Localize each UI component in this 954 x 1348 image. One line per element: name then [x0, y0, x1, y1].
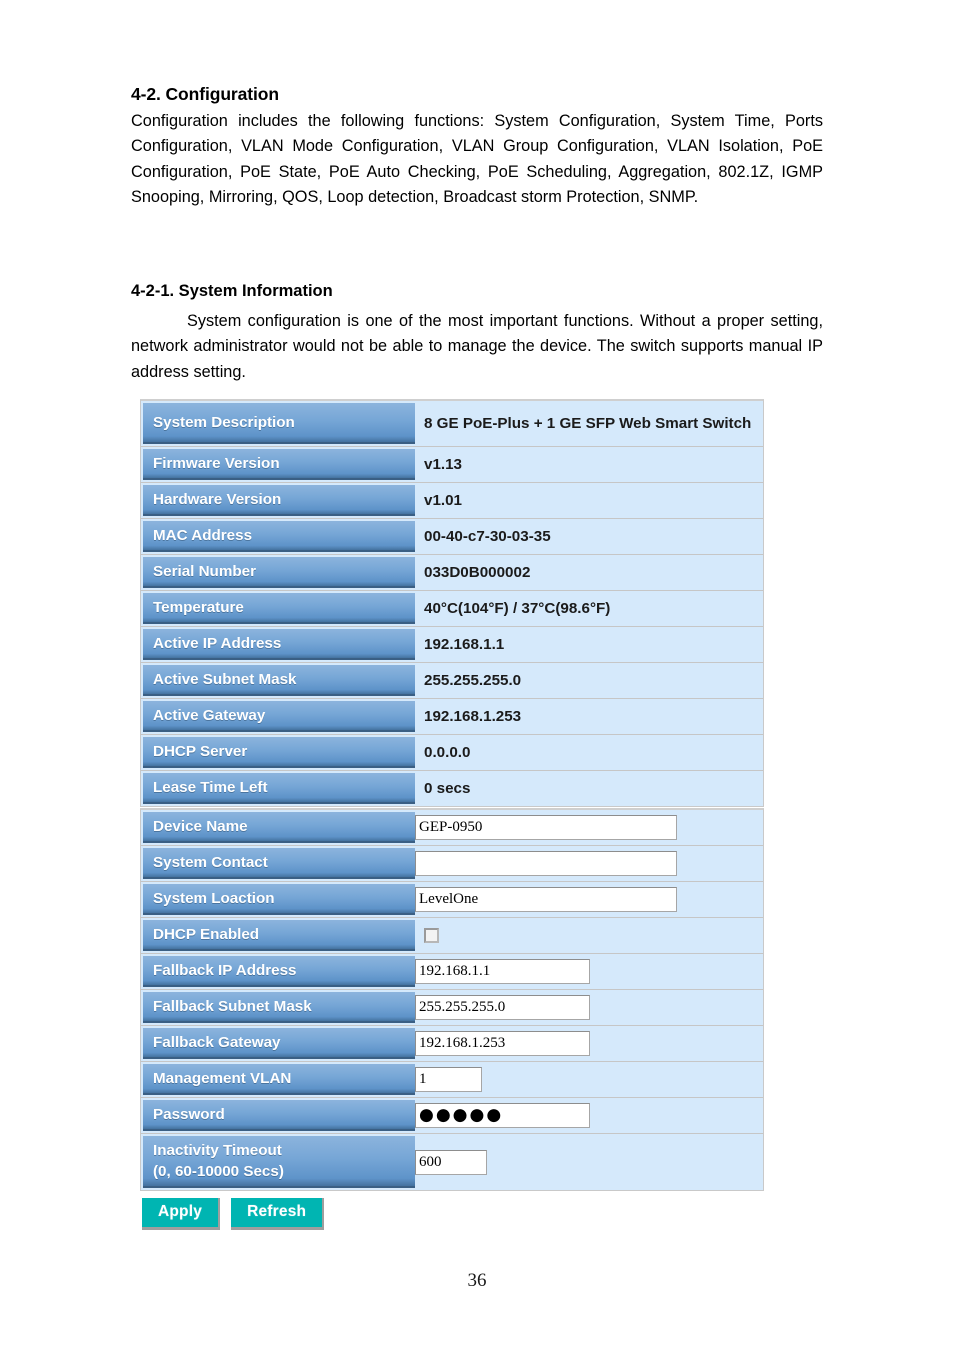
row-label-fallback-gateway: Fallback Gateway: [143, 1028, 415, 1059]
dhcp-enabled-checkbox[interactable]: [424, 928, 439, 943]
table-row: Inactivity Timeout (0, 60-10000 Secs) 60…: [141, 1134, 763, 1190]
table-row: Temperature 40°C(104°F) / 37°C(98.6°F): [141, 591, 763, 627]
table-row: System Description 8 GE PoE-Plus + 1 GE …: [141, 401, 763, 447]
inactivity-timeout-label-line2: (0, 60-10000 Secs): [153, 1163, 284, 1180]
row-label-device-name: Device Name: [143, 812, 415, 843]
row-value: v1.01: [415, 483, 763, 518]
table-row: DHCP Server 0.0.0.0: [141, 735, 763, 771]
table-row: System Contact: [141, 846, 763, 882]
table-row: Device Name GEP-0950: [141, 810, 763, 846]
fallback-gateway-input[interactable]: 192.168.1.253: [415, 1031, 590, 1056]
row-label: System Description: [143, 403, 415, 444]
table-row: Fallback Gateway 192.168.1.253: [141, 1026, 763, 1062]
system-configuration-table: Device Name GEP-0950 System Contact Syst…: [140, 808, 764, 1191]
row-value: v1.13: [415, 447, 763, 482]
table-row: Active Gateway 192.168.1.253: [141, 699, 763, 735]
subsection-title: 4-2-1. System Information: [131, 282, 333, 300]
apply-button[interactable]: Apply: [142, 1198, 221, 1230]
section-4-2-1: 4-2-1. System Information System configu…: [131, 282, 823, 385]
row-label-inactivity-timeout: Inactivity Timeout (0, 60-10000 Secs): [143, 1136, 415, 1188]
system-location-input[interactable]: LevelOne: [415, 887, 677, 912]
field-cell: [415, 846, 763, 881]
row-label: Lease Time Left: [143, 773, 415, 804]
table-row: Lease Time Left 0 secs: [141, 771, 763, 806]
table-row: Serial Number 033D0B000002: [141, 555, 763, 591]
row-value: 192.168.1.253: [415, 699, 763, 734]
inactivity-timeout-label-line1: Inactivity Timeout: [153, 1142, 282, 1159]
row-value: 255.255.255.0: [415, 663, 763, 698]
system-contact-input[interactable]: [415, 851, 677, 876]
table-row: Active Subnet Mask 255.255.255.0: [141, 663, 763, 699]
table-row: Management VLAN 1: [141, 1062, 763, 1098]
row-value: 033D0B000002: [415, 555, 763, 590]
field-cell: LevelOne: [415, 882, 763, 917]
page-title: 4-2. Configuration: [131, 84, 279, 104]
table-row: Active IP Address 192.168.1.1: [141, 627, 763, 663]
password-input[interactable]: ●●●●●: [415, 1103, 590, 1128]
row-label: Temperature: [143, 593, 415, 624]
row-label: Active Subnet Mask: [143, 665, 415, 696]
field-cell: ●●●●●: [415, 1098, 763, 1133]
row-value: 0 secs: [415, 771, 763, 806]
row-value: 8 GE PoE-Plus + 1 GE SFP Web Smart Switc…: [415, 401, 763, 446]
row-label-system-contact: System Contact: [143, 848, 415, 879]
inactivity-timeout-input[interactable]: 600: [415, 1149, 487, 1175]
management-vlan-input[interactable]: 1: [415, 1067, 482, 1092]
fallback-subnet-mask-input[interactable]: 255.255.255.0: [415, 995, 590, 1020]
row-label: MAC Address: [143, 521, 415, 552]
row-label: Active IP Address: [143, 629, 415, 660]
table-row: System Loaction LevelOne: [141, 882, 763, 918]
field-cell: GEP-0950: [415, 810, 763, 845]
row-label: Firmware Version: [143, 449, 415, 480]
field-cell: [415, 918, 763, 953]
subsection-body-text: System configuration is one of the most …: [131, 312, 823, 381]
table-row: MAC Address 00-40-c7-30-03-35: [141, 519, 763, 555]
field-cell: 192.168.1.1: [415, 954, 763, 989]
row-label-management-vlan: Management VLAN: [143, 1064, 415, 1095]
row-label: Active Gateway: [143, 701, 415, 732]
section-body-text: Configuration includes the following fun…: [131, 112, 823, 207]
row-label: Serial Number: [143, 557, 415, 588]
row-label-fallback-ip: Fallback IP Address: [143, 956, 415, 987]
table-row: Fallback IP Address 192.168.1.1: [141, 954, 763, 990]
field-cell: 1: [415, 1062, 763, 1097]
fallback-ip-address-input[interactable]: 192.168.1.1: [415, 959, 590, 984]
row-value: 192.168.1.1: [415, 627, 763, 662]
table-row: Firmware Version v1.13: [141, 447, 763, 483]
field-cell: 255.255.255.0: [415, 990, 763, 1025]
row-label-system-location: System Loaction: [143, 884, 415, 915]
refresh-button[interactable]: Refresh: [231, 1198, 325, 1230]
row-label-password: Password: [143, 1100, 415, 1131]
row-value: 40°C(104°F) / 37°C(98.6°F): [415, 591, 763, 626]
row-value: 0.0.0.0: [415, 735, 763, 770]
form-actions: Apply Refresh: [142, 1198, 325, 1230]
page-number: 36: [467, 1270, 487, 1291]
field-cell: 192.168.1.253: [415, 1026, 763, 1061]
table-row: Hardware Version v1.01: [141, 483, 763, 519]
field-cell: 600: [415, 1134, 763, 1190]
device-name-input[interactable]: GEP-0950: [415, 815, 677, 840]
row-label: DHCP Server: [143, 737, 415, 768]
table-row: DHCP Enabled: [141, 918, 763, 954]
table-row: Fallback Subnet Mask 255.255.255.0: [141, 990, 763, 1026]
section-4-2: 4-2. Configuration Configuration include…: [131, 84, 823, 211]
system-information-table: System Description 8 GE PoE-Plus + 1 GE …: [140, 399, 764, 807]
table-row: Password ●●●●●: [141, 1098, 763, 1134]
row-label-dhcp-enabled: DHCP Enabled: [143, 920, 415, 951]
document-page: 4-2. Configuration Configuration include…: [0, 0, 954, 1348]
row-label-fallback-subnet: Fallback Subnet Mask: [143, 992, 415, 1023]
row-value: 00-40-c7-30-03-35: [415, 519, 763, 554]
row-label: Hardware Version: [143, 485, 415, 516]
